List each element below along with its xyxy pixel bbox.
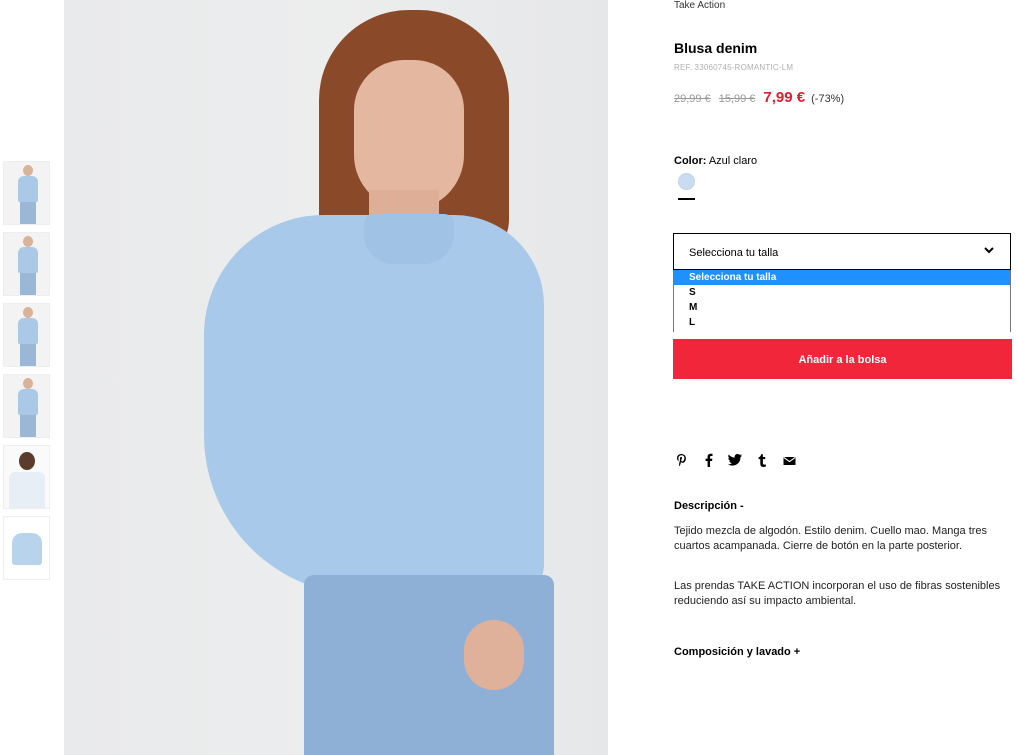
chevron-down-icon (984, 247, 994, 254)
size-option[interactable]: M (674, 300, 1010, 315)
tumblr-icon[interactable] (755, 453, 769, 470)
size-option[interactable]: S (674, 285, 1010, 300)
main-product-image[interactable] (64, 0, 608, 755)
color-label: Color: Azul claro (674, 155, 757, 167)
email-icon[interactable] (782, 454, 796, 469)
price-current: 7,99 € (763, 89, 806, 106)
thumbnail-1[interactable] (3, 161, 50, 225)
product-title: Blusa denim (674, 40, 758, 56)
pinterest-icon[interactable] (674, 453, 688, 470)
add-to-bag-button[interactable]: Añadir a la bolsa (673, 339, 1012, 379)
thumbnail-gallery (3, 161, 50, 587)
swatch-selected-indicator (678, 198, 695, 200)
thumbnail-4[interactable] (3, 374, 50, 438)
product-ref: REF. 33060745-ROMANTIC-LM (674, 63, 794, 72)
description-text: Tejido mezcla de algodón. Estilo denim. … (674, 525, 988, 552)
composition-toggle[interactable]: Composición y lavado + (674, 646, 800, 658)
price-block: 29,99 € 15,99 € 7,99 € (-73%) (674, 89, 844, 106)
twitter-icon[interactable] (728, 453, 742, 469)
description-toggle[interactable]: Descripción - (674, 500, 744, 512)
price-original: 29,99 € (674, 93, 711, 105)
thumbnail-3[interactable] (3, 303, 50, 367)
size-options-list: Selecciona tu talla S M L (673, 270, 1011, 332)
description-sustainability-text: Las prendas TAKE ACTION incorporan el us… (674, 580, 1001, 607)
color-label-value: Azul claro (708, 155, 758, 167)
thumbnail-5[interactable] (3, 445, 50, 509)
share-bar (674, 453, 796, 469)
color-swatch[interactable] (678, 173, 695, 190)
size-select-value: Selecciona tu talla (689, 247, 779, 259)
facebook-icon[interactable] (701, 453, 715, 470)
breadcrumb[interactable]: Take Action (674, 0, 725, 11)
thumbnail-2[interactable] (3, 232, 50, 296)
discount-badge: (-73%) (811, 93, 845, 105)
size-option[interactable]: L (674, 315, 1010, 330)
size-option[interactable]: Selecciona tu talla (674, 270, 1010, 285)
color-label-key: Color: (674, 155, 707, 167)
size-select[interactable]: Selecciona tu talla (673, 233, 1011, 270)
thumbnail-6[interactable] (3, 516, 50, 580)
price-previous: 15,99 € (718, 93, 756, 105)
